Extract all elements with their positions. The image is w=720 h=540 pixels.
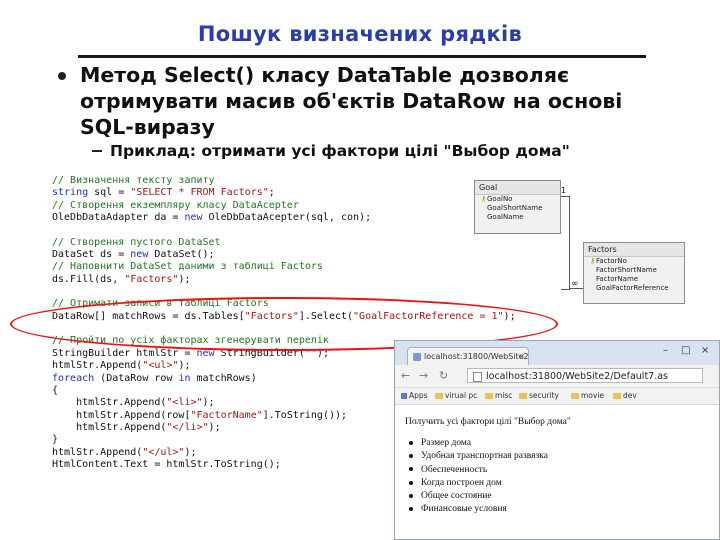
page-heading: Получить усі фактори цілі "Выбор дома" (405, 417, 571, 427)
code-line: ds.Fill(ds, "Factors"); (52, 273, 191, 285)
goal-table: Goal ⚷GoalNo GoalShortName GoalName (474, 180, 561, 234)
bookmark-folder[interactable]: movie (571, 391, 604, 400)
bookmark-apps[interactable]: Apps (401, 391, 428, 400)
browser-tabbar: localhost:31800/WebSite2/ × – □ × (395, 341, 719, 365)
minimize-button[interactable]: – (663, 345, 668, 356)
relation-line (561, 196, 570, 290)
list-item: Обеспеченность (409, 464, 548, 477)
factors-field: FactorShortName (596, 266, 657, 274)
code-line: // Створення екземпляру класу DataAcepte… (52, 199, 299, 211)
main-bullet: Метод Select() класу DataTable дозволяє … (80, 63, 623, 139)
sub-bullet-dash (92, 150, 102, 152)
factors-field: ⚷FactorNo (590, 257, 627, 265)
bookmark-folder[interactable]: virual pc (435, 391, 477, 400)
title-underline (78, 55, 646, 58)
tab-title: localhost:31800/WebSite2/ (424, 352, 529, 361)
address-bar[interactable]: localhost:31800/WebSite2/Default7.as (467, 368, 703, 383)
list-item: Когда построен дом (409, 477, 548, 490)
bookmarks-bar: Apps virual pc misc security movie dev (395, 388, 719, 405)
factor-list: Размер дома Удобная транспортная развязк… (409, 437, 548, 517)
goal-field: ⚷GoalNo (481, 195, 513, 203)
address-text: localhost:31800/WebSite2/Default7.as (486, 371, 669, 382)
factors-field: FactorName (596, 275, 639, 283)
goal-table-header: Goal (475, 181, 560, 195)
favicon-icon (413, 353, 421, 361)
list-item: Финансовые условия (409, 503, 548, 516)
bookmark-folder[interactable]: misc (485, 391, 512, 400)
page-icon (473, 372, 482, 382)
bookmark-folder[interactable]: dev (613, 391, 637, 400)
maximize-button[interactable]: □ (681, 345, 690, 356)
tab-close-icon[interactable]: × (518, 348, 525, 365)
browser-window: localhost:31800/WebSite2/ × – □ × ← → ↻ … (394, 340, 720, 540)
forward-icon[interactable]: → (419, 369, 428, 382)
code-line: // Визначення тексту запиту (52, 175, 215, 186)
relation-one-label: 1 (561, 186, 567, 195)
code-line: string sql = "SELECT * FROM Factors"; (52, 187, 275, 199)
slide-title: Пошук визначених рядків (197, 22, 523, 46)
browser-toolbar: ← → ↻ localhost:31800/WebSite2/Default7.… (395, 365, 719, 388)
folder-icon (571, 393, 579, 399)
folder-icon (485, 393, 493, 399)
folder-icon (613, 393, 621, 399)
list-item: Общее состояние (409, 490, 548, 503)
close-button[interactable]: × (701, 345, 709, 356)
factors-table: Factors ⚷FactorNo FactorShortName Factor… (583, 242, 685, 304)
factors-field: GoalFactorReference (596, 284, 669, 292)
folder-icon (519, 393, 527, 399)
code-line: DataSet ds = new DataSet(); (52, 249, 215, 261)
sub-bullet: Приклад: отримати усі фактори цілі "Выбо… (110, 142, 570, 160)
goal-field: GoalName (487, 213, 524, 221)
bullet-dot (58, 72, 66, 80)
code-line: OleDbDataAdapter da = new OleDbDataAcept… (52, 212, 372, 224)
apps-icon (401, 393, 407, 399)
factors-table-header: Factors (584, 243, 684, 257)
list-item: Удобная транспортная развязка (409, 450, 548, 463)
folder-icon (435, 393, 443, 399)
goal-field: GoalShortName (487, 204, 543, 212)
list-item: Размер дома (409, 437, 548, 450)
code-line: // Наповнити DataSet даними з таблиці Fa… (52, 261, 323, 273)
reload-icon[interactable]: ↻ (439, 369, 448, 382)
code-line: // Створення пустого DataSet (52, 236, 221, 248)
bookmark-folder[interactable]: security (519, 391, 559, 400)
back-icon[interactable]: ← (401, 369, 410, 382)
browser-tab[interactable]: localhost:31800/WebSite2/ × (407, 347, 529, 365)
relation-many-label: ∞ (571, 279, 579, 289)
